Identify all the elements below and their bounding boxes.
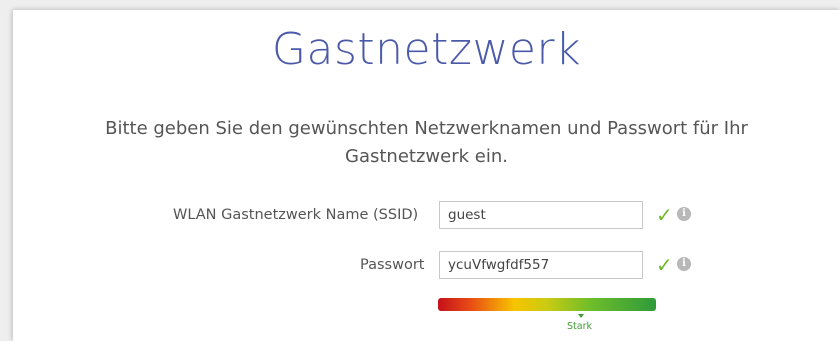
password-input[interactable] (439, 251, 643, 279)
ssid-label: WLAN Gastnetzwerk Name (SSID) (173, 207, 419, 223)
password-row: Passwort ✓ i (13, 251, 840, 281)
password-checkmark-icon: ✓ (656, 253, 673, 277)
page-background: Gastnetzwerk Bitte geben Sie den gewünsc… (0, 0, 840, 341)
password-info-icon[interactable]: i (677, 257, 691, 271)
intro-text: Bitte geben Sie den gewünschten Netzwerk… (105, 118, 748, 167)
page-title: Gastnetzwerk (271, 24, 582, 75)
ssid-checkmark-icon: ✓ (656, 203, 673, 227)
password-strength-bar (438, 298, 656, 311)
strength-marker-icon (578, 314, 584, 318)
ssid-input[interactable] (439, 201, 643, 229)
ssid-info-icon[interactable]: i (677, 207, 691, 221)
strength-label: Stark (567, 321, 592, 332)
guest-network-panel: Gastnetzwerk Bitte geben Sie den gewünsc… (13, 10, 840, 341)
password-label: Passwort (360, 257, 425, 273)
ssid-row: WLAN Gastnetzwerk Name (SSID) ✓ i (13, 201, 840, 231)
